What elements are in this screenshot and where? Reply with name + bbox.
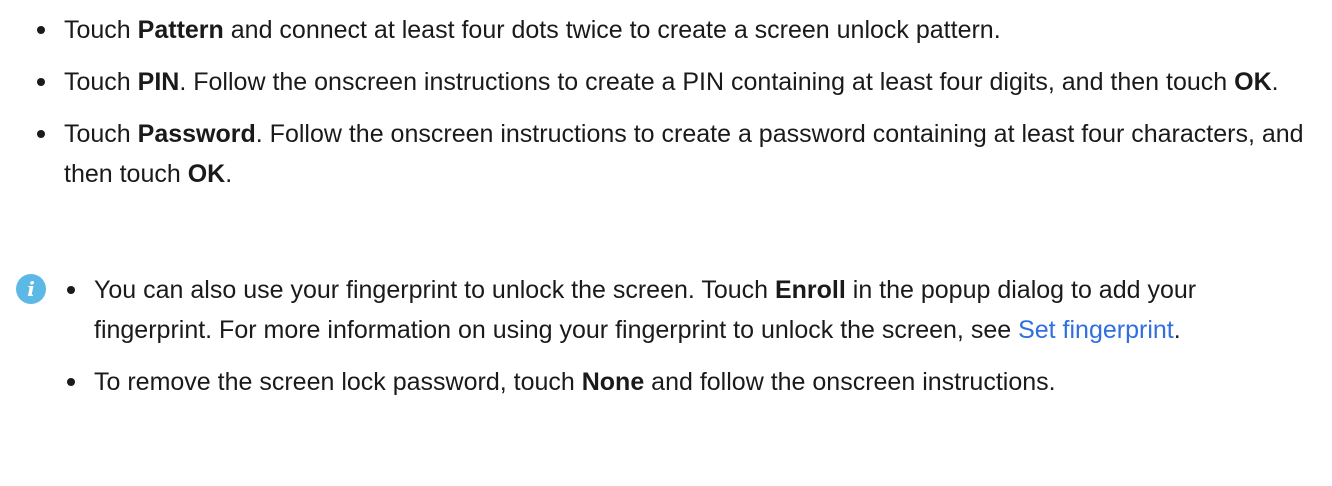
item-text: Touch: [64, 68, 138, 96]
item-text: Touch: [64, 16, 138, 44]
item-text: .: [1271, 68, 1279, 96]
item-bold: Pattern: [137, 16, 224, 44]
note-bold: Enroll: [774, 276, 846, 304]
item-text: .: [225, 160, 233, 188]
note-text: and follow the onscreen instructions.: [644, 368, 1056, 396]
info-icon: i: [16, 274, 46, 304]
note-text: You can also use your fingerprint to unl…: [94, 276, 775, 304]
note-list: You can also use your fingerprint to unl…: [64, 270, 1304, 414]
list-item-pin: Touch PIN. Follow the onscreen instructi…: [34, 62, 1314, 102]
item-text: Touch: [64, 120, 138, 148]
instruction-list: Touch Pattern and connect at least four …: [34, 10, 1314, 206]
item-text: and connect at least four dots twice to …: [223, 16, 1001, 44]
set-fingerprint-link[interactable]: Set fingerprint: [1018, 316, 1174, 344]
list-item-pattern: Touch Pattern and connect at least four …: [34, 10, 1314, 50]
note-bold: None: [581, 368, 645, 396]
list-item-password: Touch Password. Follow the onscreen inst…: [34, 114, 1314, 194]
item-bold: OK: [1234, 68, 1272, 96]
item-bold: Password: [137, 120, 256, 148]
item-text: . Follow the onscreen instructions to cr…: [179, 68, 1235, 96]
item-bold: PIN: [137, 68, 180, 96]
note-text: .: [1173, 316, 1181, 344]
note-item-remove-lock: To remove the screen lock password, touc…: [64, 362, 1304, 402]
note-text: To remove the screen lock password, touc…: [94, 368, 582, 396]
item-bold: OK: [187, 160, 226, 188]
note-item-fingerprint: You can also use your fingerprint to unl…: [64, 270, 1304, 350]
